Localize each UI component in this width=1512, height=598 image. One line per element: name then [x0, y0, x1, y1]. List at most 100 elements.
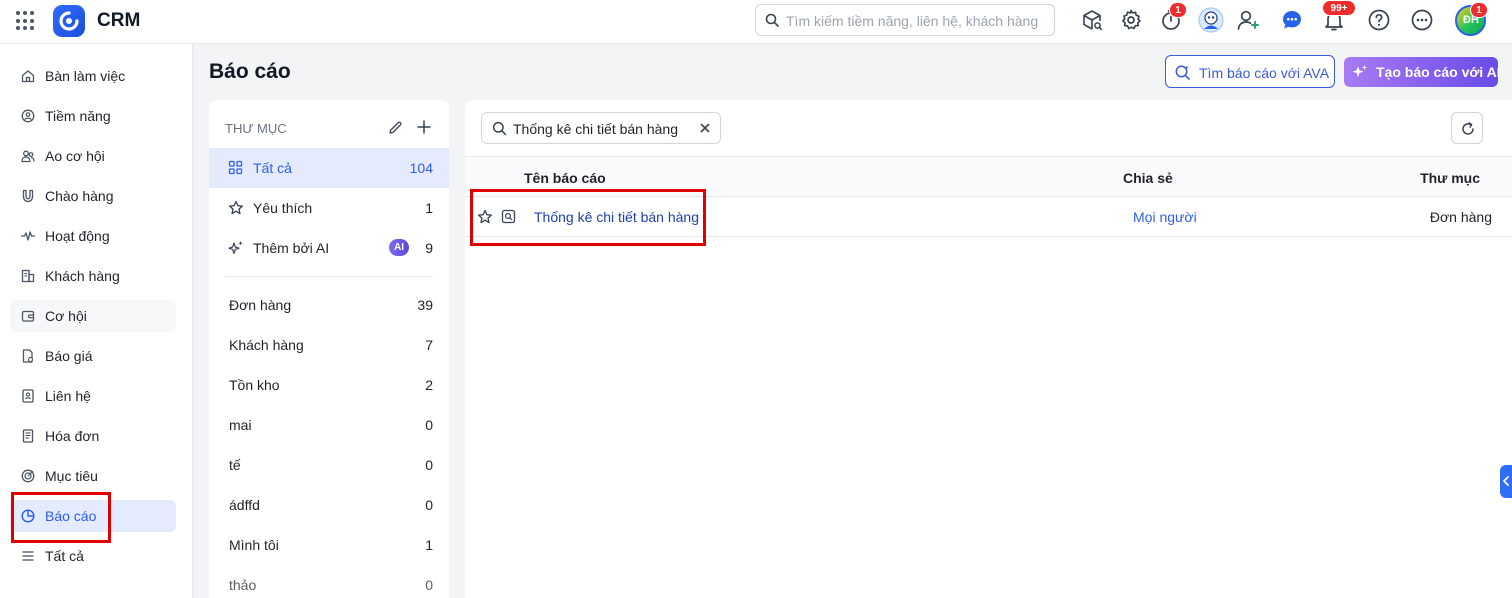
sidebar-item-muc-tieu[interactable]: Mục tiêu	[10, 460, 176, 492]
top-bar: CRM 1 99+ ĐH 1	[0, 0, 1512, 44]
sidebar-item-bao-gia[interactable]: Báo giá	[10, 340, 176, 372]
wallet-icon	[21, 310, 35, 322]
global-search[interactable]	[755, 4, 1055, 36]
folder-item-label: Mình tôi	[229, 537, 279, 553]
sidebar-item-bao-cao[interactable]: Báo cáo	[10, 500, 176, 532]
sidebar-item-label: Hoạt động	[45, 228, 110, 244]
add-user-icon[interactable]	[1236, 8, 1260, 32]
folder-divider	[225, 276, 433, 277]
folder-item-mai[interactable]: mai 0	[209, 405, 449, 445]
folder-item-ton-kho[interactable]: Tồn kho 2	[209, 365, 449, 405]
folder-item-thao[interactable]: thảo 0	[209, 565, 449, 598]
global-search-input[interactable]	[786, 11, 1046, 31]
sidebar-item-label: Báo giá	[45, 348, 93, 364]
folder-item-count: 0	[425, 577, 433, 593]
folder-item-minh-toi[interactable]: Mình tôi 1	[209, 525, 449, 565]
contact-book-icon	[22, 389, 34, 403]
folder-item-count: 0	[425, 457, 433, 473]
goal-icon	[21, 469, 35, 483]
help-icon[interactable]	[1367, 8, 1391, 32]
side-panel-toggle[interactable]	[1500, 465, 1512, 498]
folder-item-adffd[interactable]: ádffd 0	[209, 485, 449, 525]
folder-item-count: 0	[425, 497, 433, 513]
report-name-link[interactable]: Thống kê chi tiết bán hàng	[534, 209, 699, 225]
folder-item-label: Tất cả	[253, 160, 292, 176]
refresh-button[interactable]	[1451, 112, 1483, 144]
folder-panel: THƯ MỤC Tất cả 104 Yêu thích 1 Thêm bởi …	[209, 100, 449, 598]
sidebar-item-label: Tiềm năng	[45, 108, 111, 124]
sidebar-item-label: Chào hàng	[45, 188, 114, 204]
timer-badge: 1	[1169, 2, 1187, 18]
folder-item-te[interactable]: tế 0	[209, 445, 449, 485]
chat-icon[interactable]	[1280, 8, 1304, 32]
folder-item-khach-hang[interactable]: Khách hàng 7	[209, 325, 449, 365]
sidebar-item-tat-ca[interactable]: Tất cả	[10, 540, 176, 572]
folder-item-count: 0	[425, 417, 433, 433]
more-icon[interactable]	[1410, 8, 1434, 32]
folder-item-tat-ca[interactable]: Tất cả 104	[209, 148, 449, 188]
report-panel: Tên báo cáo Chia sẻ Thư mục Thống kê chi…	[465, 100, 1512, 598]
folder-item-count: 9	[425, 240, 433, 256]
invoice-icon	[22, 429, 34, 443]
clear-search-icon[interactable]	[699, 122, 711, 134]
gear-icon[interactable]	[1119, 8, 1143, 32]
sidebar-item-hoat-dong[interactable]: Hoạt động	[10, 220, 176, 252]
folder-item-count: 1	[425, 537, 433, 553]
sparkle-icon	[1352, 65, 1367, 78]
folder-item-yeu-thich[interactable]: Yêu thích 1	[209, 188, 449, 228]
folder-item-label: mai	[229, 417, 252, 433]
sidebar-item-ban-lam-viec[interactable]: Bàn làm việc	[10, 60, 176, 92]
folder-item-don-hang[interactable]: Đơn hàng 39	[209, 285, 449, 325]
sidebar-item-ao-co-hoi[interactable]: Ao cơ hội	[10, 140, 176, 172]
app-launcher-icon[interactable]	[16, 11, 36, 31]
sidebar-item-hoa-don[interactable]: Hóa đơn	[10, 420, 176, 452]
edit-folder-icon[interactable]	[388, 120, 403, 138]
chevron-left-icon	[1503, 476, 1509, 486]
package-search-icon[interactable]	[1080, 8, 1104, 32]
find-report-ava-button[interactable]: Tìm báo cáo với AVA	[1165, 55, 1335, 88]
sidebar-item-chao-hang[interactable]: Chào hàng	[10, 180, 176, 212]
folder-item-count: 39	[417, 297, 433, 313]
report-table-header: Tên báo cáo Chia sẻ Thư mục	[465, 156, 1512, 197]
quote-file-icon	[22, 349, 34, 363]
search-icon	[492, 121, 507, 136]
report-search[interactable]	[481, 112, 721, 144]
crm-logo[interactable]	[53, 5, 85, 37]
sidebar-item-lien-he[interactable]: Liên hệ	[10, 380, 176, 412]
activity-icon	[21, 231, 35, 241]
report-search-input[interactable]	[513, 119, 693, 139]
create-report-ai-button[interactable]: Tạo báo cáo với AI	[1344, 57, 1501, 87]
favorite-star-icon[interactable]	[477, 209, 493, 225]
sidebar-item-label: Mục tiêu	[45, 468, 98, 484]
folder-item-count: 1	[425, 200, 433, 216]
folder-item-label: tế	[229, 457, 241, 473]
table-row[interactable]: Thống kê chi tiết bán hàng Mọi người Đơn…	[465, 197, 1512, 237]
star-icon	[228, 200, 244, 215]
sidebar-item-label: Hóa đơn	[45, 428, 100, 444]
add-folder-icon[interactable]	[416, 119, 432, 138]
people-icon	[21, 150, 35, 163]
bell-badge: 99+	[1322, 0, 1356, 16]
sidebar: Bàn làm việc Tiềm năng Ao cơ hội Chào hà…	[0, 44, 193, 598]
sidebar-item-tiem-nang[interactable]: Tiềm năng	[10, 100, 176, 132]
building-icon	[21, 269, 35, 283]
sidebar-item-label: Liên hệ	[45, 388, 91, 404]
folder-item-label: Khách hàng	[229, 337, 304, 353]
logo-mark-icon	[59, 11, 79, 31]
sidebar-item-label: Báo cáo	[45, 508, 97, 524]
refresh-icon	[1462, 122, 1474, 135]
sidebar-item-co-hoi[interactable]: Cơ hội	[10, 300, 176, 332]
folder-item-them-boi-ai[interactable]: Thêm bởi AI AI 9	[209, 228, 449, 268]
column-header-folder[interactable]: Thư mục	[1420, 170, 1480, 186]
home-icon	[21, 70, 35, 83]
create-report-ai-label: Tạo báo cáo với AI	[1376, 64, 1501, 80]
column-header-share[interactable]: Chia sẻ	[1123, 170, 1173, 186]
character-avatar-icon[interactable]	[1198, 7, 1224, 33]
grid-icon	[228, 160, 243, 175]
sidebar-item-khach-hang[interactable]: Khách hàng	[10, 260, 176, 292]
column-header-name[interactable]: Tên báo cáo	[524, 170, 606, 186]
sidebar-item-label: Cơ hội	[45, 308, 87, 324]
report-share-link[interactable]: Mọi người	[1133, 209, 1197, 225]
sidebar-item-label: Bàn làm việc	[45, 68, 126, 84]
page-title: Báo cáo	[209, 60, 291, 83]
